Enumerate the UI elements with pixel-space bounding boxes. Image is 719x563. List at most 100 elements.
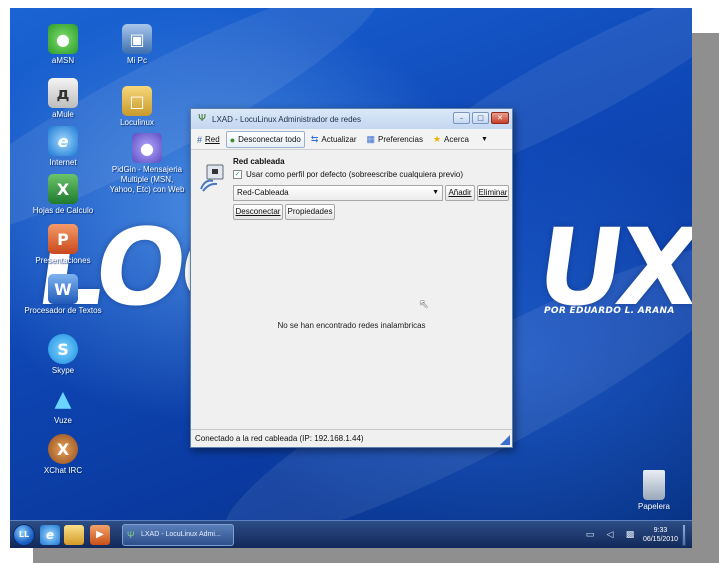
desktop-icon-amsn[interactable]: ● aMSN (24, 24, 102, 66)
window-content: Red cableada ✓ Usar como perfil por defe… (191, 151, 512, 427)
folder-icon[interactable] (64, 525, 84, 545)
desktop-icon-label: Papelera (637, 502, 671, 511)
desktop-icon-xchat[interactable]: X XChat IRC (24, 434, 102, 476)
default-profile-checkbox[interactable]: ✓ (233, 170, 242, 179)
minimize-button[interactable]: – (453, 112, 470, 124)
folder-icon: □ (122, 86, 152, 116)
desktop-icon-label: Vuze (54, 416, 72, 425)
desktop-icon-label: Hojas de Calculo (32, 206, 94, 215)
disconnect-button[interactable]: Desconectar (233, 204, 283, 220)
properties-button[interactable]: Propiedades (285, 204, 335, 220)
desktop-icon-hojas-de-calculo[interactable]: X Hojas de Calculo (24, 174, 102, 216)
logo-letters-right: UX (529, 206, 692, 329)
about-button[interactable]: ★ Acerca (429, 131, 473, 148)
desktop-icon-label: aMule (52, 110, 74, 119)
taskbar-item-label: LXAD - LocuLinux Admi... (141, 531, 221, 538)
start-button[interactable]: LL (13, 524, 35, 546)
desktop-icon-procesador-de-textos[interactable]: W Procesador de Textos (24, 274, 102, 316)
network-tray-icon[interactable]: ▭ (583, 529, 597, 541)
network-hash-icon: # (197, 134, 203, 145)
network-app-icon: Ψ (127, 530, 135, 540)
presentation-icon: P (48, 224, 78, 254)
desktop-icon-label: Procesador de Textos (24, 306, 102, 315)
network-manager-window[interactable]: Ψ LXAD - LocuLinux Administrador de rede… (190, 108, 513, 448)
desktop[interactable]: LOC UX POR EDUARDO L. ARANA ● aMSN ▣ Mi … (10, 8, 692, 548)
default-profile-label: Usar como perfil por defecto (sobreescri… (246, 170, 463, 179)
desktop-icon-internet[interactable]: e Internet (24, 126, 102, 168)
preferences-label: Preferencias (378, 135, 423, 144)
clock-date: 06/15/2010 (642, 536, 678, 543)
desktop-icon-label: PidGin - Mensajeria Multiple (MSN, Yahoo… (109, 165, 185, 194)
logo-subtitle: POR EDUARDO L. ARANA (544, 306, 675, 316)
skype-icon: S (48, 334, 78, 364)
wired-network-icon (199, 163, 225, 193)
window-title: LXAD - LocuLinux Administrador de redes (212, 114, 361, 124)
close-button[interactable]: ✕ (491, 112, 509, 124)
internet-explorer-icon[interactable]: e (40, 525, 60, 545)
wired-network-title: Red cableada (233, 157, 285, 166)
window-toolbar: # Red ● Desconectar todo ⇆ Actualizar ▦ … (191, 130, 512, 150)
preferences-icon: ▦ (366, 134, 376, 144)
maximize-button[interactable]: □ (472, 112, 489, 124)
pidgin-icon: ● (132, 133, 162, 163)
status-bar: Conectado a la red cableada (IP: 192.168… (191, 429, 512, 447)
no-wireless-networks-message: No se han encontrado redes inalambricas (277, 321, 426, 330)
computer-icon: ▣ (122, 24, 152, 54)
trash-icon (643, 470, 665, 500)
delete-profile-button[interactable]: Eliminar (477, 185, 509, 201)
clock-time: 9:33 (653, 527, 668, 534)
wired-profile-value: Red-Cableada (237, 188, 289, 197)
amsn-icon: ● (48, 24, 78, 54)
refresh-label: Actualizar (321, 135, 357, 144)
show-desktop-button[interactable] (682, 524, 686, 546)
xchat-icon: X (48, 434, 78, 464)
desktop-icon-mi-pc[interactable]: ▣ Mi Pc (98, 24, 176, 66)
mouse-pointer-icon: ↖ (419, 297, 430, 311)
desktop-icon-label: Internet (49, 158, 77, 167)
vuze-icon: ▲ (54, 386, 72, 412)
about-label: Acerca (444, 135, 469, 144)
desktop-icon-label: Mi Pc (127, 56, 147, 65)
star-icon: ★ (432, 134, 442, 144)
taskbar-item-lxad[interactable]: Ψ LXAD - LocuLinux Admi... (122, 524, 234, 546)
default-profile-row[interactable]: ✓ Usar como perfil por defecto (sobreesc… (233, 170, 463, 179)
chevron-down-icon: ▼ (480, 136, 488, 143)
desktop-icon-pidgin[interactable]: ● PidGin - Mensajeria Multiple (MSN, Yah… (109, 133, 185, 195)
toolbar-overflow-button[interactable]: ▼ (477, 131, 492, 148)
window-titlebar[interactable]: Ψ LXAD - LocuLinux Administrador de rede… (191, 109, 512, 129)
disconnect-all-label: Desconectar todo (238, 135, 301, 144)
desktop-icon-vuze[interactable]: ▲ Vuze (24, 384, 102, 426)
connection-status: Conectado a la red cableada (IP: 192.168… (195, 434, 364, 443)
desktop-icon-papelera[interactable]: Papelera (624, 470, 684, 512)
desktop-icon-label: Skype (51, 366, 75, 375)
desktop-icon-presentaciones[interactable]: P Presentaciones (24, 224, 102, 266)
wired-profile-select[interactable]: Red-Cableada ▼ (233, 185, 443, 201)
clock[interactable]: 9:33 06/15/2010 (643, 526, 678, 544)
desktop-icon-amule[interactable]: д aMule (24, 78, 102, 120)
red-menu-button[interactable]: # Red (193, 131, 224, 148)
disconnect-all-button[interactable]: ● Desconectar todo (225, 131, 305, 148)
red-menu-label: Red (205, 135, 220, 144)
monitor-tray-icon[interactable]: ▩ (623, 529, 637, 541)
media-player-icon[interactable]: ▶ (90, 525, 110, 545)
amule-icon: д (48, 78, 78, 108)
disconnect-icon: ● (229, 134, 236, 145)
refresh-icon: ⇆ (310, 134, 319, 144)
resize-grip[interactable] (500, 435, 510, 445)
desktop-icon-label: Presentaciones (35, 256, 91, 265)
word-processor-icon: W (48, 274, 78, 304)
internet-explorer-icon: e (48, 126, 78, 156)
desktop-icon-skype[interactable]: S Skype (24, 334, 102, 376)
preferences-button[interactable]: ▦ Preferencias (363, 131, 427, 148)
desktop-icon-loculinux[interactable]: □ Loculinux (98, 86, 176, 128)
network-app-icon: Ψ (198, 113, 206, 124)
desktop-icon-label: XChat IRC (43, 466, 83, 475)
add-profile-button[interactable]: Añadir (445, 185, 475, 201)
spreadsheet-icon: X (48, 174, 78, 204)
taskbar: LL e ▶ Ψ LXAD - LocuLinux Admi... ▭ ◁ ▩ … (10, 520, 692, 548)
desktop-icon-label: aMSN (51, 56, 75, 65)
volume-icon[interactable]: ◁ (603, 529, 617, 541)
refresh-button[interactable]: ⇆ Actualizar (307, 131, 361, 148)
chevron-down-icon: ▼ (432, 189, 439, 196)
desktop-icon-label: Loculinux (120, 118, 154, 127)
